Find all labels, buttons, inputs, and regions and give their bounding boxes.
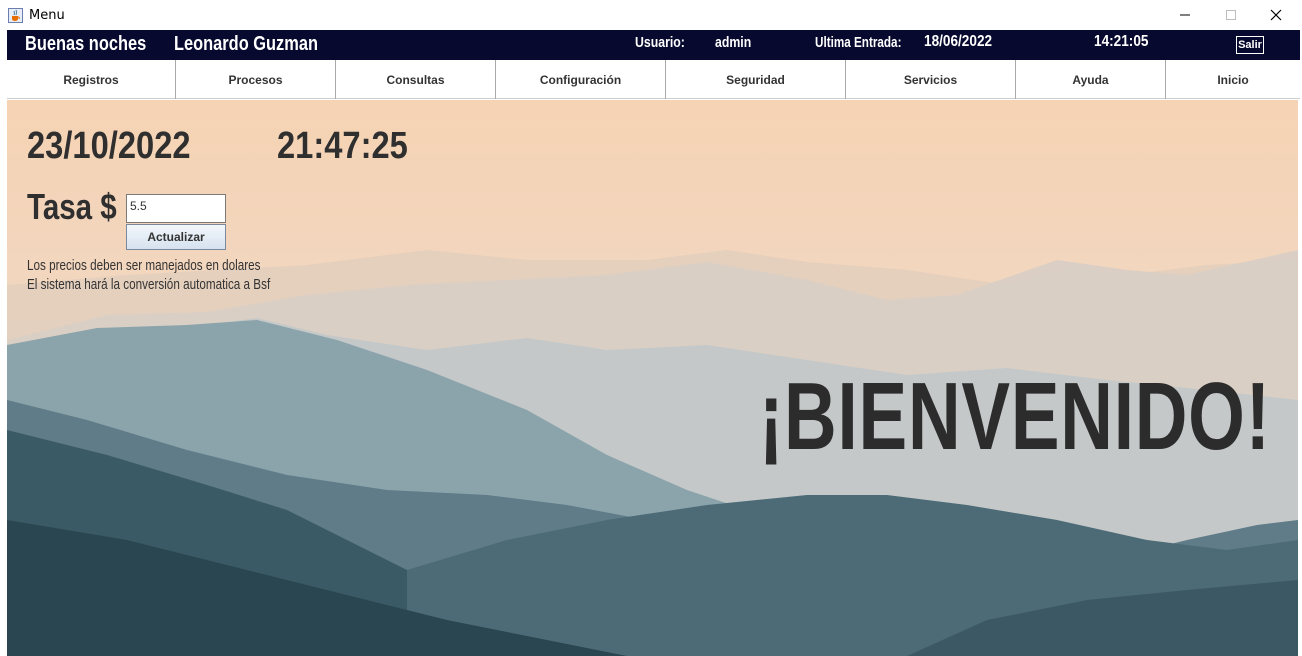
current-date: 23/10/2022 [27,125,191,167]
current-time: 21:47:25 [277,125,408,167]
window-titlebar: Menu [0,0,1302,30]
minimize-button[interactable] [1162,0,1208,30]
note-line-2: El sistema hará la conversión automatica… [27,276,271,293]
menu-item-inicio[interactable]: Inicio [1166,60,1300,99]
ultima-entrada-label: Ultima Entrada: [815,34,902,51]
main-menu-bar: Registros Procesos Consultas Configuraci… [7,60,1300,99]
ultima-entrada-date: 18/06/2022 [924,33,993,50]
menu-item-procesos[interactable]: Procesos [176,60,336,99]
ultima-entrada-time: 14:21:05 [1094,33,1149,50]
maximize-button[interactable] [1208,0,1254,30]
usuario-value: admin [715,34,752,51]
menu-item-consultas[interactable]: Consultas [336,60,496,99]
main-panel: 23/10/2022 21:47:25 Tasa $ 5.5 Actualiza… [7,100,1298,656]
usuario-label: Usuario: [635,34,685,51]
window-title: Menu [29,8,65,23]
close-icon [1270,9,1282,21]
actualizar-button[interactable]: Actualizar [126,224,226,250]
menu-item-ayuda[interactable]: Ayuda [1016,60,1166,99]
salir-button[interactable]: Salir [1236,36,1264,54]
header-bar: Buenas noches Leonardo Guzman Usuario: a… [7,30,1300,60]
minimize-icon [1180,14,1190,16]
user-full-name: Leonardo Guzman [174,33,318,55]
note-line-1: Los precios deben ser manejados en dolar… [27,257,261,274]
tasa-label: Tasa $ [27,186,117,227]
menu-item-configuracion[interactable]: Configuración [496,60,666,99]
maximize-icon [1226,10,1236,20]
close-button[interactable] [1253,0,1299,30]
menu-item-servicios[interactable]: Servicios [846,60,1016,99]
welcome-heading: ¡BIENVENIDO! [759,363,1271,470]
tasa-input[interactable]: 5.5 [126,194,226,223]
menu-item-registros[interactable]: Registros [7,60,176,99]
greeting-text: Buenas noches [25,33,147,55]
menu-item-seguridad[interactable]: Seguridad [666,60,846,99]
java-cup-icon [8,8,23,23]
